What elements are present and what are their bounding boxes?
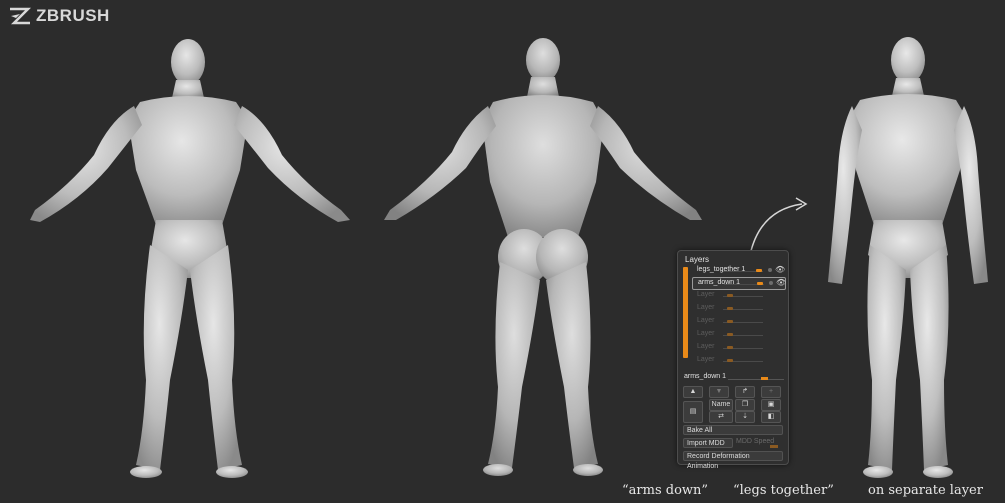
layer-row[interactable]: Layer: [692, 316, 784, 327]
layer-intensity-slider[interactable]: [727, 320, 733, 323]
name-button[interactable]: Name: [709, 399, 733, 411]
current-layer-name[interactable]: arms_down 1: [684, 373, 726, 380]
layer-row[interactable]: legs_together 1 👁: [692, 265, 785, 276]
add-layer-button[interactable]: +: [761, 386, 781, 398]
layer-name: Layer: [697, 356, 715, 363]
layer-intensity-slider[interactable]: [727, 346, 733, 349]
layer-intensity-slider[interactable]: [727, 333, 733, 336]
layer-name: Layer: [697, 330, 715, 337]
layer-intensity-slider[interactable]: [727, 307, 733, 310]
layer-intensity-slider[interactable]: [757, 282, 763, 285]
layer-row[interactable]: Layer: [692, 342, 784, 353]
record-toggle-icon[interactable]: [769, 281, 773, 285]
layer-name: Layer: [697, 304, 715, 311]
eye-icon[interactable]: 👁: [776, 278, 786, 287]
layer-name: Layer: [697, 343, 715, 350]
caption-legs-together: “legs together”: [733, 483, 834, 498]
layer-row-selected[interactable]: arms_down 1 👁: [692, 277, 786, 290]
layer-intensity-slider[interactable]: [727, 294, 733, 297]
eye-icon[interactable]: 👁: [775, 265, 785, 274]
delete-layer-icon[interactable]: ▣: [761, 399, 781, 411]
layer-intensity-slider[interactable]: [727, 359, 733, 362]
caption-separate-layer: on separate layer: [868, 483, 983, 498]
layer-name: Layer: [697, 317, 715, 324]
layer-row[interactable]: Layer: [692, 290, 784, 301]
move-layer-down-button[interactable]: ▼: [709, 386, 729, 398]
layers-scrollbar[interactable]: [683, 267, 688, 358]
redo-arrow-icon[interactable]: ↱: [735, 386, 755, 398]
layer-row[interactable]: Layer: [692, 303, 784, 314]
record-deformation-button[interactable]: Record Deformation Animation: [683, 451, 783, 470]
document-icon[interactable]: ▤: [683, 401, 703, 423]
split-icon[interactable]: ⇄: [709, 411, 733, 423]
layer-row[interactable]: Layer: [692, 355, 784, 366]
current-layer-intensity-track: [728, 379, 784, 380]
mdd-speed-knob[interactable]: [770, 445, 778, 448]
mdd-speed-slider[interactable]: MDD Speed: [736, 438, 774, 445]
layer-intensity-slider[interactable]: [756, 269, 762, 272]
bake-all-button[interactable]: Bake All: [683, 425, 783, 435]
layer-options-icon[interactable]: ◧: [761, 411, 781, 423]
layer-row[interactable]: Layer: [692, 329, 784, 340]
merge-down-icon[interactable]: ⇣: [735, 411, 755, 423]
import-mdd-button[interactable]: Import MDD: [683, 438, 733, 448]
move-layer-up-button[interactable]: ▲: [683, 386, 703, 398]
model-front-a-pose: [30, 39, 350, 478]
caption-arms-down: “arms down”: [622, 483, 709, 498]
current-layer-intensity-slider[interactable]: [761, 377, 768, 380]
layers-panel-title: Layers: [685, 255, 710, 264]
model-front-arms-down: [828, 37, 988, 478]
record-toggle-icon[interactable]: [768, 268, 772, 272]
layers-panel: Layers legs_together 1 👁 arms_down 1 👁 L…: [677, 250, 789, 470]
duplicate-layer-icon[interactable]: ❐: [735, 399, 755, 411]
model-back-a-pose: [384, 38, 702, 476]
layer-name: Layer: [697, 291, 715, 298]
